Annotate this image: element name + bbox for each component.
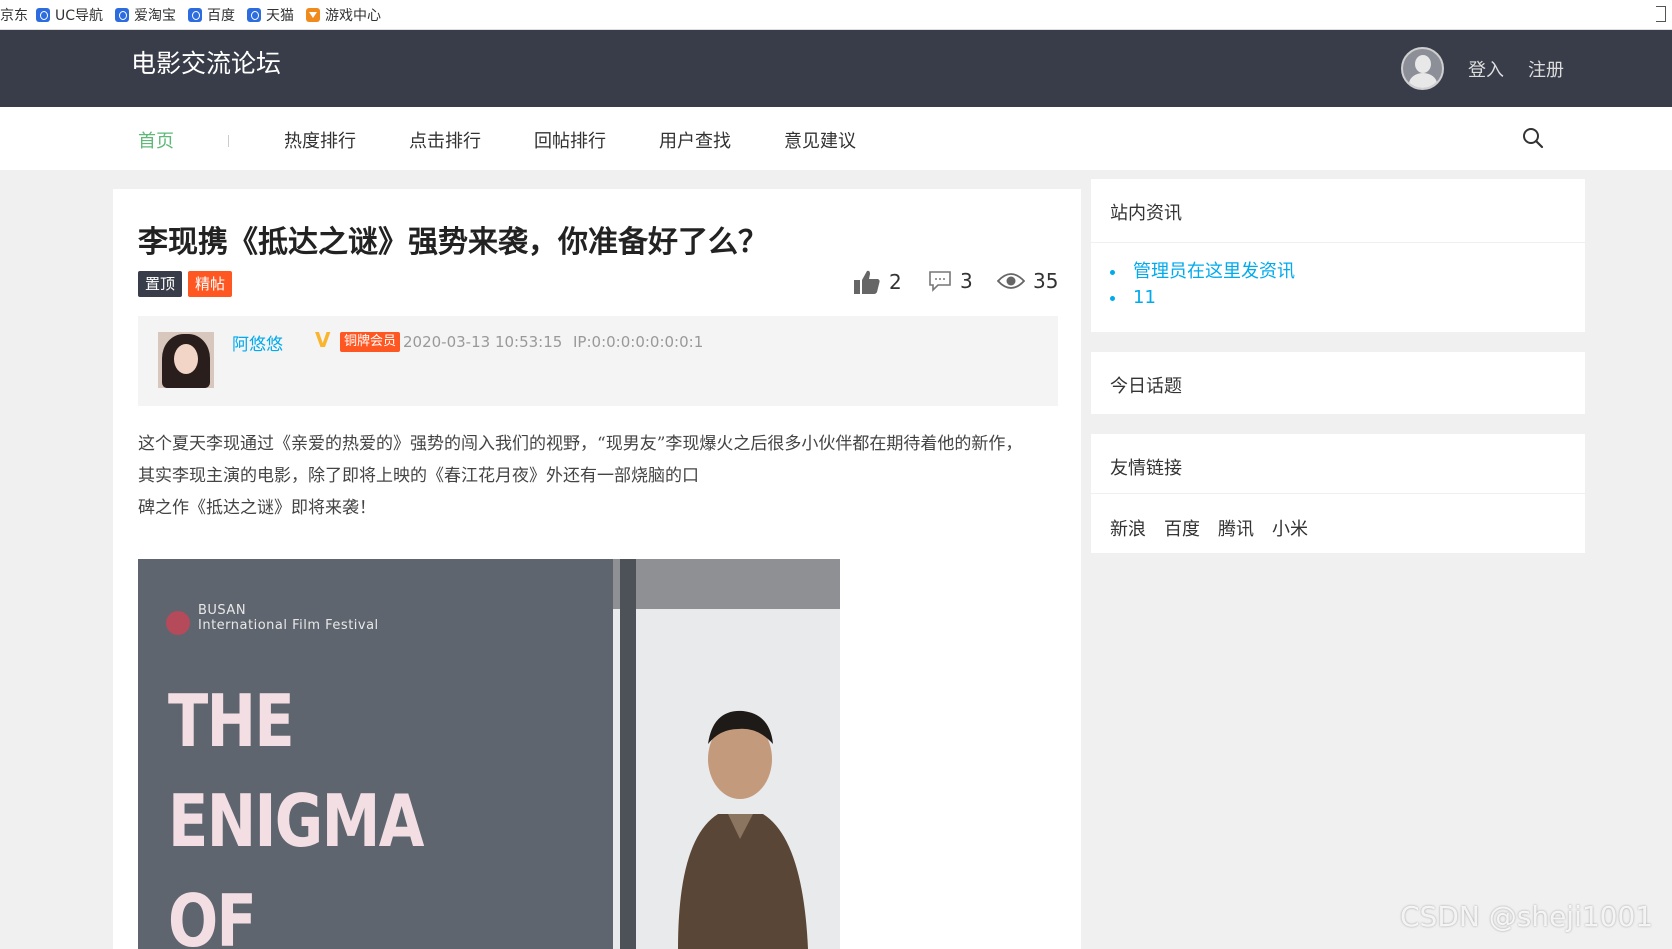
content-line: 其实李现主演的电影，除了即将上映的《春江花月夜》外还有一部烧脑的口 (138, 466, 699, 486)
site-header: 电影交流论坛 登入 注册 (0, 30, 1672, 107)
user-avatar-icon[interactable] (1401, 47, 1444, 90)
bookmark-baidu[interactable]: 百度 (188, 5, 235, 25)
browser-icon (115, 7, 130, 22)
bookmarks-bar: 京东 UC导航 爱淘宝 百度 天猫 游戏中心 (0, 0, 1672, 30)
view-stat: 35 (997, 269, 1058, 293)
panel-title: 友情链接 (1110, 458, 1182, 479)
watermark: CSDN @sheji1001 (1400, 900, 1654, 933)
bookmark-label: 游戏中心 (325, 7, 382, 24)
bookmark-label: 爱淘宝 (134, 7, 177, 24)
bookmark-jd[interactable]: 京东 (0, 5, 28, 25)
browser-icon (247, 7, 262, 22)
friend-link[interactable]: 新浪 (1110, 515, 1146, 541)
poster-figure (678, 710, 808, 949)
nav-hot-rank[interactable]: 热度排行 (284, 127, 356, 153)
nav-click-rank[interactable]: 点击排行 (409, 127, 481, 153)
nav-home[interactable]: 首页 (138, 127, 174, 153)
poster-title: THE ENIGMA OF (168, 679, 424, 949)
bookmark-label: UC导航 (55, 7, 104, 24)
thumbs-up-icon (854, 270, 880, 294)
bookmark-label: 天猫 (266, 7, 295, 24)
festival-logo (166, 611, 190, 635)
nav-divider (228, 135, 229, 147)
movie-poster-image: BUSAN International Film Festival THE EN… (138, 559, 840, 949)
panel-title: 站内资讯 (1110, 203, 1182, 224)
verified-icon: V (315, 328, 331, 352)
eye-icon (997, 273, 1025, 289)
bookmark-tmall[interactable]: 天猫 (247, 5, 294, 25)
game-icon (306, 7, 321, 22)
post-time: 2020-03-13 10:53:15 (403, 333, 563, 351)
bookmark-uc-nav[interactable]: UC导航 (36, 5, 103, 25)
browser-icon (188, 7, 203, 22)
like-button[interactable]: 2 (853, 269, 902, 295)
post-title: 李现携《抵达之谜》强势来袭，你准备好了么？ (138, 225, 768, 260)
reply-button[interactable]: 3 (928, 269, 973, 293)
like-count: 2 (889, 270, 902, 294)
featured-badge: 精帖 (188, 271, 233, 297)
login-link[interactable]: 登入 (1468, 56, 1504, 82)
reply-count: 3 (960, 269, 973, 293)
nav-reply-rank[interactable]: 回帖排行 (534, 127, 606, 153)
content-line: 碑之作《抵达之谜》即将来袭！ (138, 498, 376, 518)
festival-label: BUSAN International Film Festival (198, 603, 379, 633)
register-link[interactable]: 注册 (1528, 56, 1564, 82)
post-ip: IP:0:0:0:0:0:0:0:1 (573, 333, 704, 351)
nav-user-search[interactable]: 用户查找 (659, 127, 731, 153)
author-info: 阿悠悠 V 铜牌会员 2020-03-13 10:53:15 IP:0:0:0:… (138, 316, 1058, 406)
bookmark-menu-icon[interactable] (1656, 6, 1666, 22)
search-icon[interactable] (1522, 127, 1544, 149)
bookmark-aitaobao[interactable]: 爱淘宝 (115, 5, 176, 25)
news-item[interactable]: 管理员在这里发资讯 (1110, 257, 1295, 283)
view-count: 35 (1033, 269, 1059, 293)
content-line: 这个夏天李现通过《亲爱的热爱的》强势的闯入我们的视野，“现男友”李现爆火之后很多… (138, 434, 1023, 454)
post-content: 这个夏天李现通过《亲爱的热爱的》强势的闯入我们的视野，“现男友”李现爆火之后很多… (138, 428, 1058, 524)
author-avatar[interactable] (158, 332, 214, 388)
pinned-badge: 置顶 (138, 271, 183, 297)
friend-link[interactable]: 小米 (1272, 515, 1308, 541)
site-title[interactable]: 电影交流论坛 (131, 44, 281, 80)
post-card: 李现携《抵达之谜》强势来袭，你准备好了么？ 置顶 精帖 2 3 35 阿悠悠 V… (113, 189, 1081, 949)
author-name-link[interactable]: 阿悠悠 (232, 330, 283, 355)
nav-feedback[interactable]: 意见建议 (784, 127, 856, 153)
friend-link[interactable]: 百度 (1164, 515, 1200, 541)
browser-icon (36, 7, 50, 22)
comment-icon (929, 271, 951, 292)
news-item[interactable]: 11 (1110, 287, 1156, 308)
member-level-badge: 铜牌会员 (340, 332, 401, 352)
bookmark-label: 百度 (207, 7, 236, 24)
today-topic-panel: 今日话题 (1091, 352, 1585, 414)
friend-link[interactable]: 腾讯 (1218, 515, 1254, 541)
friend-links-panel: 友情链接 新浪 百度 腾讯 小米 (1091, 434, 1585, 553)
main-nav: 首页 热度排行 点击排行 回帖排行 用户查找 意见建议 (0, 107, 1672, 170)
panel-title: 今日话题 (1110, 376, 1182, 397)
bookmark-game-center[interactable]: 游戏中心 (306, 5, 381, 25)
site-news-panel: 站内资讯 管理员在这里发资讯 11 (1091, 179, 1585, 332)
